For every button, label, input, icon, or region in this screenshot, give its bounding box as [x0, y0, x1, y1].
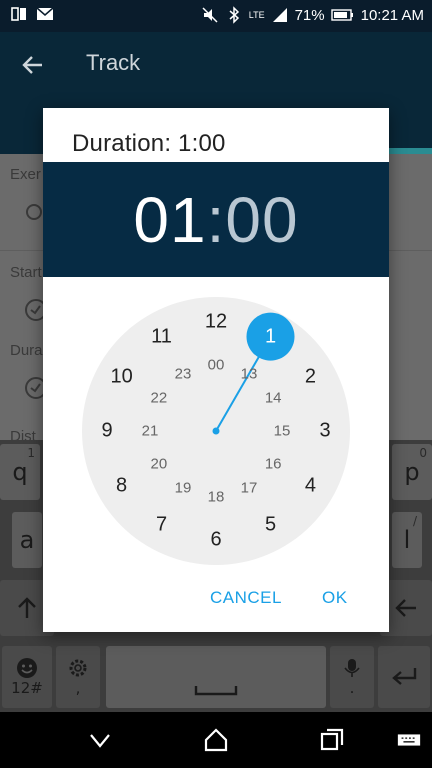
clock-center-dot — [212, 427, 220, 435]
emoji-icon — [17, 658, 37, 678]
chevron-down-icon[interactable] — [86, 726, 114, 754]
key-p[interactable]: 0 p — [392, 444, 432, 500]
network-type: LTE — [248, 10, 265, 20]
clock-number-8[interactable]: 8 — [116, 474, 127, 497]
clock-number-17[interactable]: 17 — [241, 480, 258, 497]
clock-number-2[interactable]: 2 — [305, 365, 316, 388]
home-icon[interactable] — [202, 726, 230, 754]
minute-value[interactable]: 00 — [225, 183, 298, 257]
space-bar-icon — [194, 686, 238, 696]
mic-key[interactable]: . — [330, 646, 374, 708]
clock-number-11[interactable]: 11 — [151, 325, 172, 348]
comma-label: , — [75, 679, 81, 697]
clock-number-18[interactable]: 18 — [208, 489, 225, 506]
clock-number-14[interactable]: 14 — [265, 390, 282, 407]
system-nav-bar — [0, 712, 432, 768]
recents-icon[interactable] — [318, 726, 346, 754]
key-sub-label: 1 — [27, 446, 35, 460]
clock-face[interactable]: 12 1 2 3 4 5 6 7 8 9 10 11 00 13 14 15 16 17 18 19 20 21 22 23 — [81, 296, 351, 566]
key-label: a — [19, 526, 35, 554]
microphone-icon — [344, 659, 360, 677]
dialog-title: Duration: 1:00 — [72, 130, 226, 157]
clock-number-19[interactable]: 19 — [175, 480, 192, 497]
mail-icon — [36, 7, 54, 20]
arrow-left-icon — [395, 599, 416, 617]
clock-number-22[interactable]: 22 — [150, 390, 167, 407]
battery-percent: 71% — [294, 6, 325, 24]
start-label: Start — [10, 264, 42, 281]
clock-number-4[interactable]: 4 — [305, 474, 316, 497]
clock-number-23[interactable]: 23 — [175, 365, 192, 382]
duration-label: Dura — [10, 342, 43, 359]
key-sub-label: / — [412, 514, 417, 528]
clock-number-13[interactable]: 13 — [241, 365, 258, 382]
keyboard-icon[interactable] — [396, 726, 422, 754]
clock-number-6[interactable]: 6 — [210, 529, 221, 552]
page-title: Track — [86, 50, 141, 75]
clock-number-1[interactable]: 1 — [265, 325, 276, 348]
time-separator: : — [206, 183, 226, 256]
clock-number-10[interactable]: 10 — [110, 365, 132, 388]
clock-number-5[interactable]: 5 — [265, 514, 276, 537]
clock-number-3[interactable]: 3 — [319, 420, 330, 443]
clock-number-7[interactable]: 7 — [156, 514, 167, 537]
duration-picker-dialog: Duration: 1:00 01 : 00 12 1 2 3 4 5 6 7 8 9 10 11 00… — [43, 108, 389, 632]
clock-number-21[interactable]: 21 — [142, 423, 159, 440]
arrow-up-icon — [18, 597, 36, 618]
sim-icon — [11, 7, 26, 21]
key-q[interactable]: 1 q — [0, 444, 40, 500]
key-a[interactable]: a — [12, 512, 42, 568]
status-bar: LTE 71% 10:21 AM — [0, 0, 432, 32]
symbols-key[interactable]: 12# — [2, 646, 52, 708]
key-label: p — [404, 458, 420, 486]
gear-icon — [69, 659, 87, 677]
battery-icon — [330, 9, 353, 21]
time-display: 01 : 00 — [43, 162, 389, 277]
key-label: l — [403, 526, 411, 554]
bluetooth-icon — [229, 6, 239, 24]
clock-number-15[interactable]: 15 — [274, 423, 291, 440]
exercise-label: Exer — [10, 166, 41, 183]
mute-icon — [202, 7, 218, 23]
key-l[interactable]: / l — [392, 512, 422, 568]
enter-icon — [392, 668, 417, 685]
clock-number-9[interactable]: 9 — [101, 420, 112, 443]
signal-icon — [272, 8, 287, 22]
key-sub-label: 0 — [419, 446, 427, 460]
enter-key[interactable] — [378, 646, 430, 708]
key-label: q — [12, 458, 28, 486]
period-label: . — [349, 679, 355, 697]
symbols-label: 12# — [11, 679, 43, 697]
clock-number-00[interactable]: 00 — [208, 357, 225, 374]
settings-key[interactable]: , — [56, 646, 100, 708]
clock-time: 10:21 AM — [360, 6, 424, 24]
ok-button[interactable]: OK — [322, 588, 348, 608]
clock-number-16[interactable]: 16 — [265, 456, 282, 473]
hour-value[interactable]: 01 — [133, 183, 206, 257]
clock-number-20[interactable]: 20 — [150, 456, 167, 473]
clock-dial — [82, 297, 350, 565]
clock-number-12[interactable]: 12 — [205, 311, 227, 334]
cancel-button[interactable]: CANCEL — [210, 588, 282, 608]
arrow-left-icon[interactable] — [20, 52, 46, 78]
space-key[interactable] — [106, 646, 326, 708]
